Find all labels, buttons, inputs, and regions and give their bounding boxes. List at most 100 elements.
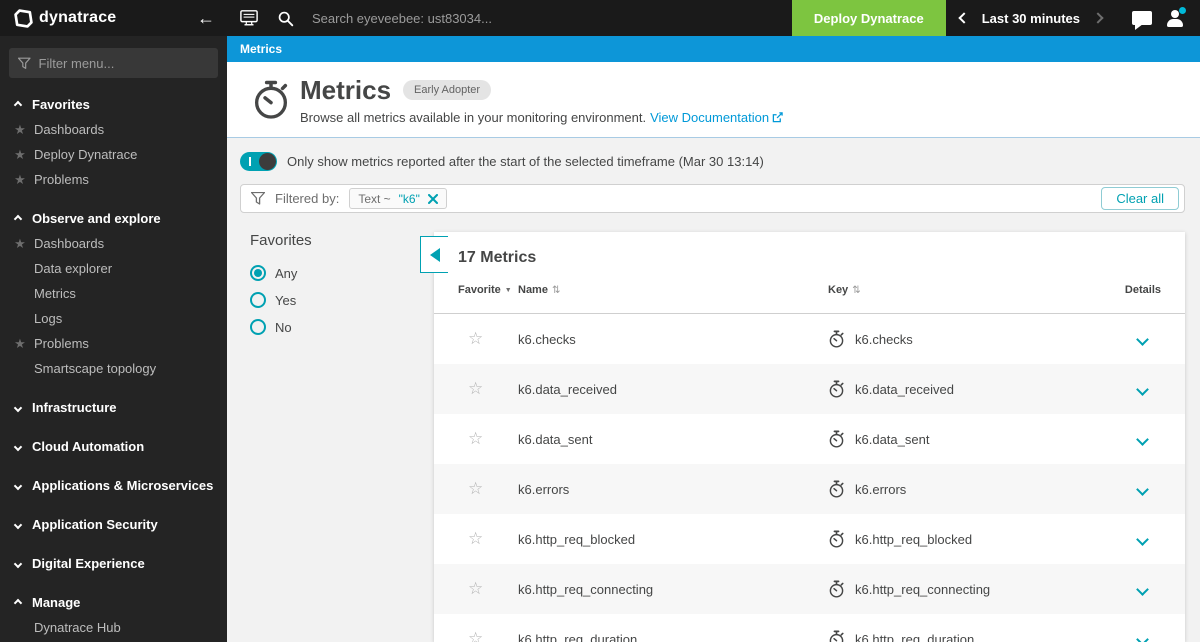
user-head-shape: [1171, 10, 1179, 18]
chip-close-icon[interactable]: [427, 193, 438, 204]
star-icon: ★: [14, 235, 26, 251]
favorite-star-icon[interactable]: ☆: [458, 629, 518, 642]
expand-details-icon[interactable]: [1136, 582, 1149, 596]
column-details-label: Details: [1124, 284, 1161, 296]
column-key[interactable]: Key ⇅: [828, 284, 1091, 296]
sidebar-item-dashboards[interactable]: ★ Dashboards: [0, 117, 227, 142]
search-icon[interactable]: [277, 10, 294, 27]
table-row[interactable]: ☆ k6.http_req_blocked k6.http_req_blocke…: [434, 514, 1185, 564]
favorite-star-icon[interactable]: ☆: [458, 429, 518, 449]
app-window: dynatrace ← Deploy Dynatrace L: [0, 0, 1200, 642]
breadcrumb: Metrics: [227, 36, 1200, 62]
table-row[interactable]: ☆ k6.http_req_connecting k6.http_req_con…: [434, 564, 1185, 614]
favorite-star-icon[interactable]: ☆: [458, 579, 518, 599]
sidebar-section-observe-and-explore[interactable]: Observe and explore: [0, 206, 227, 231]
sidebar-nav: Favorites ★ Dashboards ★ Deploy Dynatrac…: [0, 92, 227, 642]
metric-name: k6.http_req_duration: [518, 631, 638, 642]
stopwatch-icon: [829, 480, 844, 498]
sidebar-item-problems[interactable]: ★ Problems: [0, 167, 227, 192]
timeframe-next-icon[interactable]: [1092, 12, 1104, 24]
sidebar-section-digital-experience[interactable]: Digital Experience: [0, 551, 227, 576]
favorite-star-icon[interactable]: ☆: [458, 529, 518, 549]
radio-icon[interactable]: [250, 265, 266, 281]
table-row[interactable]: ☆ k6.checks k6.checks: [434, 314, 1185, 364]
expand-details-icon[interactable]: [1136, 532, 1149, 546]
sidebar-item-smartscape-topology[interactable]: Smartscape topology: [0, 356, 227, 381]
filter-chip[interactable]: Text ~ "k6": [349, 188, 447, 209]
favorites-option-any[interactable]: Any: [250, 265, 434, 281]
doc-link-text: View Documentation: [650, 109, 770, 125]
global-search-input[interactable]: [312, 10, 632, 26]
sidebar: Favorites ★ Dashboards ★ Deploy Dynatrac…: [0, 36, 227, 642]
table-row[interactable]: ☆ k6.data_received k6.data_received: [434, 364, 1185, 414]
sidebar-item-data-explorer[interactable]: Data explorer: [0, 256, 227, 281]
nav-item-label: Metrics: [34, 286, 76, 301]
timeframe-toggle[interactable]: [240, 152, 277, 171]
metrics-card: 17 Metrics Favorite ▼ Name ⇅ Key ⇅ Detai…: [434, 232, 1185, 642]
sidebar-item-problems[interactable]: ★ Problems: [0, 331, 227, 356]
clear-all-button[interactable]: Clear all: [1101, 187, 1179, 210]
sidebar-item-logs[interactable]: Logs: [0, 306, 227, 331]
favorites-option-no[interactable]: No: [250, 319, 434, 335]
sidebar-item-metrics[interactable]: Metrics: [0, 281, 227, 306]
details-cell: [1091, 532, 1161, 546]
favorite-star-icon[interactable]: ☆: [458, 479, 518, 499]
table-row[interactable]: ☆ k6.data_sent k6.data_sent: [434, 414, 1185, 464]
section-chevron-icon: [13, 100, 23, 109]
expand-details-icon[interactable]: [1136, 482, 1149, 496]
topbar: dynatrace ← Deploy Dynatrace L: [0, 0, 1200, 36]
star-icon: ★: [14, 171, 26, 187]
nav-item-label: Smartscape topology: [34, 361, 157, 376]
expand-details-icon[interactable]: [1136, 632, 1149, 642]
sidebar-item-dashboards[interactable]: ★ Dashboards: [0, 231, 227, 256]
radio-icon[interactable]: [250, 292, 266, 308]
table-row[interactable]: ☆ k6.errors k6.errors: [434, 464, 1185, 514]
favorite-star-icon[interactable]: ☆: [458, 329, 518, 349]
table-row[interactable]: ☆ k6.http_req_duration k6.http_req_durat…: [434, 614, 1185, 642]
page-header-text: Metrics Early Adopter Browse all metrics…: [300, 75, 783, 125]
nav-item-label: Logs: [34, 311, 63, 326]
sidebar-item-deploy-dynatrace[interactable]: ★ Deploy Dynatrace: [0, 142, 227, 167]
section-label: Infrastructure: [32, 400, 117, 415]
sidebar-filter-input[interactable]: [38, 55, 209, 71]
expand-details-icon[interactable]: [1136, 382, 1149, 396]
expand-details-icon[interactable]: [1136, 332, 1149, 346]
sidebar-collapse-icon[interactable]: ←: [197, 9, 215, 27]
expand-details-icon[interactable]: [1136, 432, 1149, 446]
column-name[interactable]: Name ⇅: [518, 284, 828, 296]
column-details: Details: [1091, 284, 1161, 296]
display-icon[interactable]: [239, 9, 259, 27]
early-adopter-badge: Early Adopter: [403, 80, 492, 100]
sidebar-section-application-security[interactable]: Application Security: [0, 512, 227, 537]
user-profile-icon[interactable]: [1166, 7, 1186, 27]
favorites-filter-panel: Favorites Any Yes No: [240, 232, 434, 642]
sidebar-section-manage[interactable]: Manage: [0, 590, 227, 615]
radio-label: Yes: [275, 292, 297, 308]
sidebar-section-favorites[interactable]: Favorites: [0, 92, 227, 117]
sidebar-item-dynatrace-hub[interactable]: Dynatrace Hub: [0, 615, 227, 640]
metric-key-cell: k6.data_received: [828, 380, 1091, 398]
section-label: Manage: [32, 595, 81, 610]
sidebar-section-applications-microservices[interactable]: Applications & Microservices: [0, 473, 227, 498]
chat-icon[interactable]: [1132, 11, 1152, 30]
column-favorite[interactable]: Favorite ▼: [458, 284, 518, 296]
view-documentation-link[interactable]: View Documentation: [650, 110, 783, 125]
sidebar-section-cloud-automation[interactable]: Cloud Automation: [0, 434, 227, 459]
collapse-facets-button[interactable]: [420, 236, 448, 273]
radio-icon[interactable]: [250, 319, 266, 335]
deploy-dynatrace-button[interactable]: Deploy Dynatrace: [791, 0, 946, 36]
timeframe-label[interactable]: Last 30 minutes: [982, 11, 1080, 26]
user-body-shape: [1167, 19, 1183, 27]
topbar-left: dynatrace ←: [0, 8, 227, 28]
section-label: Observe and explore: [32, 211, 161, 226]
dynatrace-logo[interactable]: dynatrace: [14, 8, 116, 28]
nav-item-label: Dashboards: [34, 236, 105, 251]
sidebar-section-infrastructure[interactable]: Infrastructure: [0, 395, 227, 420]
nav-item-label: Problems: [34, 172, 89, 187]
favorite-star-icon[interactable]: ☆: [458, 379, 518, 399]
metric-key-cell: k6.errors: [828, 480, 1091, 498]
topbar-right: Deploy Dynatrace Last 30 minutes: [791, 0, 1200, 36]
stopwatch-icon: [829, 630, 844, 642]
timeframe-prev-icon[interactable]: [958, 12, 970, 24]
favorites-option-yes[interactable]: Yes: [250, 292, 434, 308]
